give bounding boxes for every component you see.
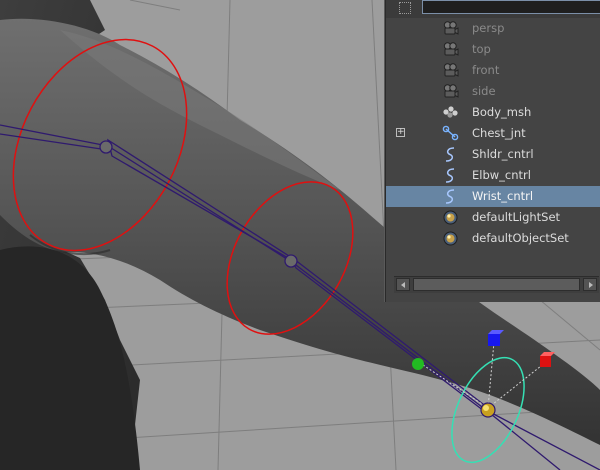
joint-icon <box>442 125 459 142</box>
scroll-right-arrow-icon[interactable] <box>583 278 597 291</box>
set-icon <box>442 209 459 226</box>
outliner-item-elbw-cntrl[interactable]: Elbw_cntrl <box>386 165 600 186</box>
outliner-item-front[interactable]: front <box>386 60 600 81</box>
outliner-list: persp top front side Body_msh + Chest_jnt Shldr… <box>386 18 600 249</box>
horizontal-scrollbar[interactable] <box>394 276 599 293</box>
gizmo-y-handle[interactable] <box>412 358 424 370</box>
outliner-search-field[interactable] <box>422 0 600 14</box>
outliner-item-persp[interactable]: persp <box>386 18 600 39</box>
outliner-item-side[interactable]: side <box>386 81 600 102</box>
outliner-item-defaultobjectset[interactable]: defaultObjectSet <box>386 228 600 249</box>
elbow-joint[interactable] <box>284 254 298 268</box>
outliner-toolbar <box>386 0 600 18</box>
outliner-item-label: Elbw_cntrl <box>472 168 531 182</box>
outliner-item-label: top <box>472 42 491 56</box>
outliner-item-label: persp <box>472 21 505 35</box>
outliner-item-top[interactable]: top <box>386 39 600 60</box>
outliner-item-wrist-cntrl[interactable]: Wrist_cntrl <box>386 186 600 207</box>
wrist-joint[interactable] <box>480 402 496 418</box>
outliner-item-defaultlightset[interactable]: defaultLightSet <box>386 207 600 228</box>
set-icon <box>442 230 459 247</box>
scrollbar-thumb[interactable] <box>413 278 580 291</box>
outliner-item-label: defaultObjectSet <box>472 231 569 245</box>
filter-icon[interactable] <box>399 2 411 14</box>
curve-icon <box>442 188 459 205</box>
outliner-item-shldr-cntrl[interactable]: Shldr_cntrl <box>386 144 600 165</box>
outliner-panel: persp top front side Body_msh + Chest_jnt Shldr… <box>385 0 600 302</box>
outliner-item-label: Body_msh <box>472 105 532 119</box>
body-mesh-shadow <box>0 246 140 470</box>
outliner-item-label: Shldr_cntrl <box>472 147 534 161</box>
outliner-item-label: side <box>472 84 496 98</box>
mesh-icon <box>442 104 459 121</box>
shoulder-joint[interactable] <box>99 140 113 154</box>
outliner-item-body-msh[interactable]: Body_msh <box>386 102 600 123</box>
outliner-item-label: front <box>472 63 500 77</box>
outliner-item-label: Wrist_cntrl <box>472 189 534 203</box>
outliner-item-chest-jnt[interactable]: + Chest_jnt <box>386 123 600 144</box>
outliner-item-label: Chest_jnt <box>472 126 526 140</box>
camera-icon <box>442 83 459 100</box>
camera-icon <box>442 62 459 79</box>
outliner-item-label: defaultLightSet <box>472 210 561 224</box>
camera-icon <box>442 41 459 58</box>
scroll-left-arrow-icon[interactable] <box>396 278 410 291</box>
expand-icon[interactable]: + <box>396 128 405 137</box>
camera-icon <box>442 20 459 37</box>
curve-icon <box>442 167 459 184</box>
curve-icon <box>442 146 459 163</box>
